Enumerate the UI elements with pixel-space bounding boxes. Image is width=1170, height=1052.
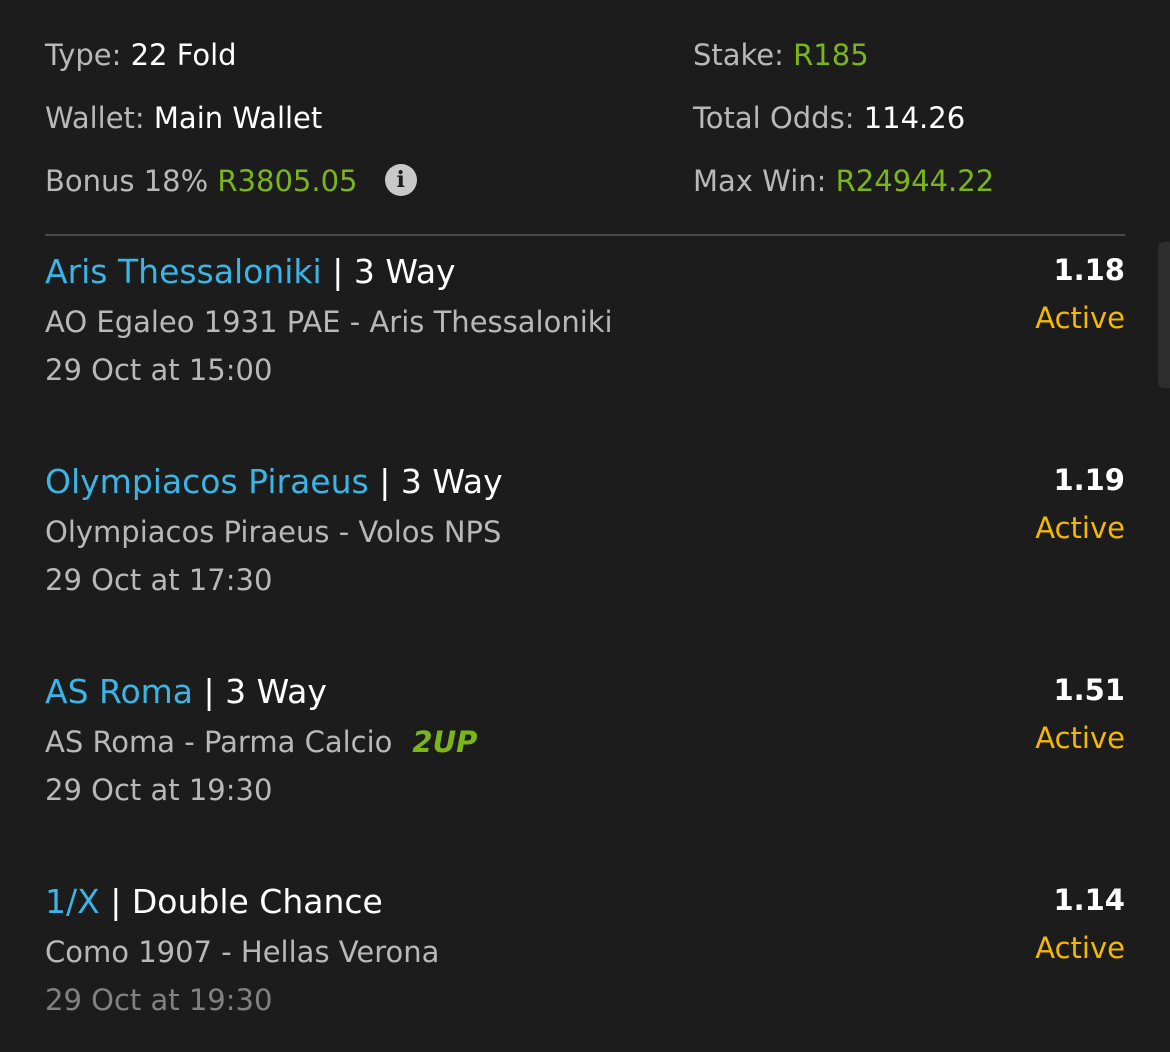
selection-match-text: AS Roma - Parma Calcio <box>45 725 393 759</box>
bet-type-label: Type: <box>45 38 122 72</box>
stake-value: R185 <box>793 38 869 72</box>
stake-label: Stake: <box>693 38 784 72</box>
selection-market: 3 Way <box>353 252 456 291</box>
bonus-label: Bonus 18% <box>45 164 209 198</box>
selection-title: Aris Thessaloniki | 3 Way <box>45 252 456 292</box>
selection-item[interactable]: AS Roma | 3 Way AS Roma - Parma Calcio 2U… <box>45 672 1125 832</box>
selection-pick: Olympiacos Piraeus <box>45 462 369 501</box>
title-separator: | <box>203 672 215 711</box>
wallet: Wallet: Main Wallet <box>45 100 322 136</box>
selection-market: 3 Way <box>400 462 503 501</box>
total-odds-value: 114.26 <box>863 101 966 135</box>
selection-title: AS Roma | 3 Way <box>45 672 327 712</box>
bet-summary: Type: 22 Fold Wallet: Main Wallet Bonus … <box>45 0 1125 236</box>
selection-title: Olympiacos Piraeus | 3 Way <box>45 462 503 502</box>
selection-match: Como 1907 - Hellas Verona <box>45 935 440 969</box>
max-win-label: Max Win: <box>693 164 827 198</box>
selection-market: Double Chance <box>131 882 383 921</box>
selection-time: 29 Oct at 15:00 <box>45 353 273 387</box>
summary-divider <box>45 234 1125 236</box>
selection-time: 29 Oct at 19:30 <box>45 983 273 1017</box>
stake: Stake: R185 <box>693 37 869 73</box>
2up-badge: 2UP <box>412 725 478 759</box>
selection-odds: 1.14 <box>1053 883 1125 917</box>
selection-odds: 1.19 <box>1053 463 1125 497</box>
selection-status: Active <box>1035 721 1125 755</box>
selection-pick: Aris Thessaloniki <box>45 252 322 291</box>
selection-market: 3 Way <box>225 672 327 711</box>
title-separator: | <box>110 882 122 921</box>
selection-odds: 1.51 <box>1053 673 1125 707</box>
selection-item[interactable]: 1/X | Double Chance Como 1907 - Hellas V… <box>45 882 1125 1042</box>
selection-status: Active <box>1035 931 1125 965</box>
max-win: Max Win: R24944.22 <box>693 163 994 199</box>
total-odds: Total Odds: 114.26 <box>693 100 965 136</box>
total-odds-label: Total Odds: <box>693 101 855 135</box>
selection-time: 29 Oct at 17:30 <box>45 563 273 597</box>
wallet-value: Main Wallet <box>153 101 323 135</box>
selection-item[interactable]: Olympiacos Piraeus | 3 Way Olympiacos Pi… <box>45 462 1125 622</box>
bonus: Bonus 18% R3805.05 i <box>45 163 417 199</box>
bet-type: Type: 22 Fold <box>45 37 237 73</box>
selection-status: Active <box>1035 301 1125 335</box>
scrollbar[interactable] <box>1158 242 1170 388</box>
title-separator: | <box>379 462 391 501</box>
bet-type-value: 22 Fold <box>130 38 237 72</box>
selection-pick: AS Roma <box>45 672 194 711</box>
selection-match: Olympiacos Piraeus - Volos NPS <box>45 515 502 549</box>
selection-item[interactable]: Aris Thessaloniki | 3 Way AO Egaleo 1931… <box>45 252 1125 412</box>
title-separator: | <box>332 252 344 291</box>
selection-pick: 1/X <box>45 882 100 921</box>
max-win-value: R24944.22 <box>835 164 995 198</box>
wallet-label: Wallet: <box>45 101 145 135</box>
selection-title: 1/X | Double Chance <box>45 882 383 922</box>
bonus-value: R3805.05 <box>217 164 358 198</box>
selection-status: Active <box>1035 511 1125 545</box>
selection-match: AS Roma - Parma Calcio 2UP <box>45 724 477 760</box>
selection-odds: 1.18 <box>1053 253 1125 287</box>
selection-match: AO Egaleo 1931 PAE - Aris Thessaloniki <box>45 305 613 339</box>
selection-time: 29 Oct at 19:30 <box>45 773 273 807</box>
info-icon[interactable]: i <box>384 164 417 196</box>
